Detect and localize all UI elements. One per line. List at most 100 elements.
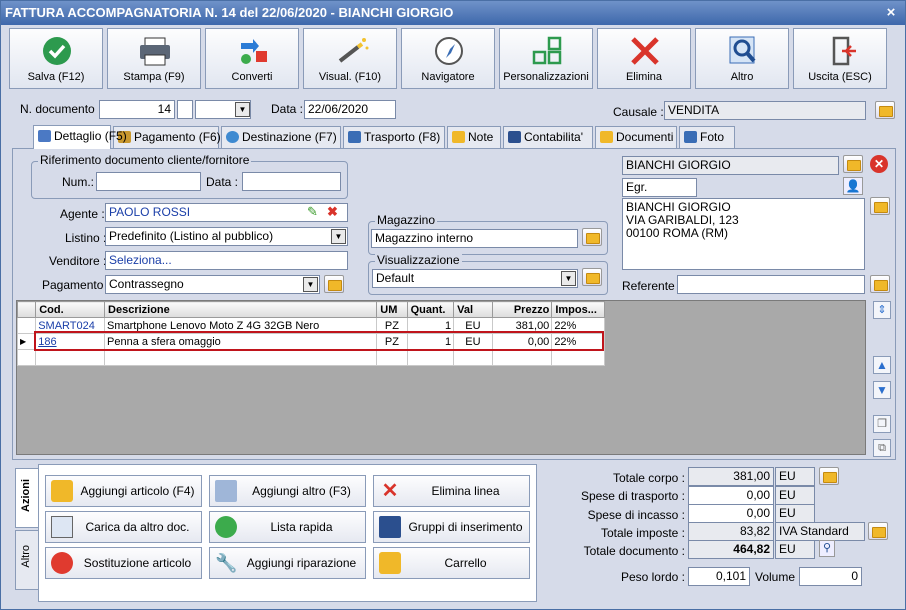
causale-field[interactable]: VENDITA [664,101,866,120]
date-field[interactable]: 22/06/2020 [304,100,396,119]
table-row-selected[interactable]: ▶ 186 Penna a sfera omaggio PZ 1 EU 0,00… [16,333,605,350]
cliente-folder-icon[interactable] [843,155,863,173]
ref-date-field[interactable] [242,172,341,191]
cart-button[interactable]: Carrello [373,547,530,579]
zoom-icon[interactable]: ⚲ [819,540,835,557]
doc-number-spin[interactable] [177,100,193,119]
volume-label: Volume : [755,570,802,584]
add-other-button[interactable]: Aggiungi altro (F3) [209,475,366,507]
pagamento-select[interactable]: Contrassegno [105,275,320,294]
insert-groups-button[interactable]: Gruppi di inserimento [373,511,530,543]
peso-field[interactable]: 0,101 [688,567,750,586]
exit-button[interactable]: Uscita (ESC) [793,28,887,89]
copy-row-icon[interactable]: ❐ [873,415,891,433]
chevron-down-icon[interactable]: ▼ [235,102,250,117]
documents-icon [600,131,613,143]
vtab-altro[interactable]: Altro [15,530,39,590]
volume-field[interactable]: 0 [799,567,862,586]
navigator-button[interactable]: Navigatore [401,28,495,89]
imposte-folder-icon[interactable] [868,522,888,540]
move-down-icon[interactable]: ▼ [873,381,891,399]
close-icon[interactable]: × [883,1,899,25]
vtab-altro-label: Altro [20,545,32,568]
listino-select[interactable]: Predefinito (Listino al pubblico) [105,227,348,246]
address-box[interactable]: BIANCHI GIORGIO VIA GARIBALDI, 123 00100… [622,198,865,270]
row-cod-link[interactable]: SMART024 [35,317,106,334]
tab-pagamento[interactable]: Pagamento (F6) [113,126,221,148]
row-cod-link[interactable]: 186 [35,333,106,350]
tab-trasporto[interactable]: Trasporto (F8) [343,126,445,148]
address-folder-icon[interactable] [870,197,890,215]
convert-button[interactable]: Converti [205,28,299,89]
trasporto-field[interactable]: 0,00 [688,486,774,505]
contact-card-icon[interactable]: 👤 [843,177,863,195]
col-quant[interactable]: Quant. [406,301,455,318]
pagamento-folder-icon[interactable] [324,275,344,293]
add-article-button[interactable]: Aggiungi articolo (F4) [45,475,202,507]
delete-line-label: Elimina linea [431,484,500,498]
tab-dettaglio-label: Dettaglio (F5) [54,129,127,143]
delete-line-button[interactable]: ✕ Elimina linea [373,475,530,507]
incasso-field[interactable]: 0,00 [688,504,774,523]
move-up-icon[interactable]: ▲ [873,356,891,374]
col-val[interactable]: Val [453,301,493,318]
cliente-name-field[interactable]: BIANCHI GIORGIO [622,156,839,175]
save-button[interactable]: Salva (F12) [9,28,103,89]
trasporto-label: Spese di trasporto : [580,489,685,503]
paste-row-icon[interactable]: ⧉ [873,439,891,457]
referente-folder-icon[interactable] [870,275,890,293]
load-from-doc-button[interactable]: Carica da altro doc. [45,511,202,543]
tab-contabilita[interactable]: Contabilita' [503,126,593,148]
ref-num-field[interactable] [96,172,201,191]
salutation-field[interactable]: Egr. [622,178,697,197]
referente-field[interactable] [677,275,865,294]
move-updown-icon[interactable]: ⇕ [873,301,891,319]
detail-icon [38,130,51,142]
tab-documenti[interactable]: Documenti [595,126,677,148]
tab-dettaglio[interactable]: Dettaglio (F5) [33,125,127,149]
visualize-button[interactable]: Visual. (F10) [303,28,397,89]
clear-x-icon[interactable]: ✖ [327,204,338,220]
row-price: 381,00 [491,317,553,334]
col-prezzo[interactable]: Prezzo [491,301,553,318]
delete-button[interactable]: Elimina [597,28,691,89]
table-row[interactable]: SMART024 Smartphone Lenovo Moto Z 4G 32G… [16,317,605,334]
col-imposta[interactable]: Impos... [551,301,605,318]
imposte-label: Totale imposte : [600,526,685,540]
col-um[interactable]: UM [376,301,408,318]
venditore-field[interactable]: Seleziona... [105,251,348,270]
tab-foto[interactable]: Foto [679,126,735,148]
table-row-empty[interactable] [16,349,605,366]
remove-client-icon[interactable]: ✕ [870,155,888,173]
col-descrizione[interactable]: Descrizione [104,301,378,318]
replace-article-button[interactable]: Sostituzione articolo [45,547,202,579]
col-cod[interactable]: Cod. [35,301,106,318]
customize-button[interactable]: Personalizzazioni [499,28,593,89]
magazzino-field[interactable]: Magazzino interno [371,229,578,248]
print-button[interactable]: Stampa (F9) [107,28,201,89]
row-pointer-icon: ▶ [16,333,37,350]
other-button[interactable]: Altro [695,28,789,89]
edit-pencil-icon[interactable]: ✎ [307,204,318,220]
magazzino-folder-icon[interactable] [582,228,602,246]
tab-destinazione[interactable]: Destinazione (F7) [221,126,341,148]
exit-button-label: Uscita (ESC) [808,71,872,83]
vtab-azioni[interactable]: Azioni [15,468,39,528]
row-um: PZ [376,317,408,334]
quick-list-label: Lista rapida [270,520,333,534]
visualizzazione-folder-icon[interactable] [582,268,602,286]
visualizzazione-select[interactable]: Default [372,269,578,288]
doc-number-field[interactable]: 14 [99,100,175,119]
tab-foto-label: Foto [700,130,725,144]
pagamento-chevron-down-icon[interactable]: ▼ [303,277,318,292]
corpo-folder-icon[interactable] [819,467,839,485]
listino-chevron-down-icon[interactable]: ▼ [331,229,346,244]
visual-chevron-down-icon[interactable]: ▼ [561,271,576,286]
quick-list-button[interactable]: Lista rapida [209,511,366,543]
tab-note[interactable]: Note [447,126,501,148]
causale-label: Causale : [613,105,664,119]
actions-panel: Aggiungi articolo (F4) Aggiungi altro (F… [38,464,537,602]
printer-icon [140,37,170,66]
causale-folder-icon[interactable] [875,101,895,119]
add-repair-button[interactable]: 🔧 Aggiungi riparazione [209,547,366,579]
